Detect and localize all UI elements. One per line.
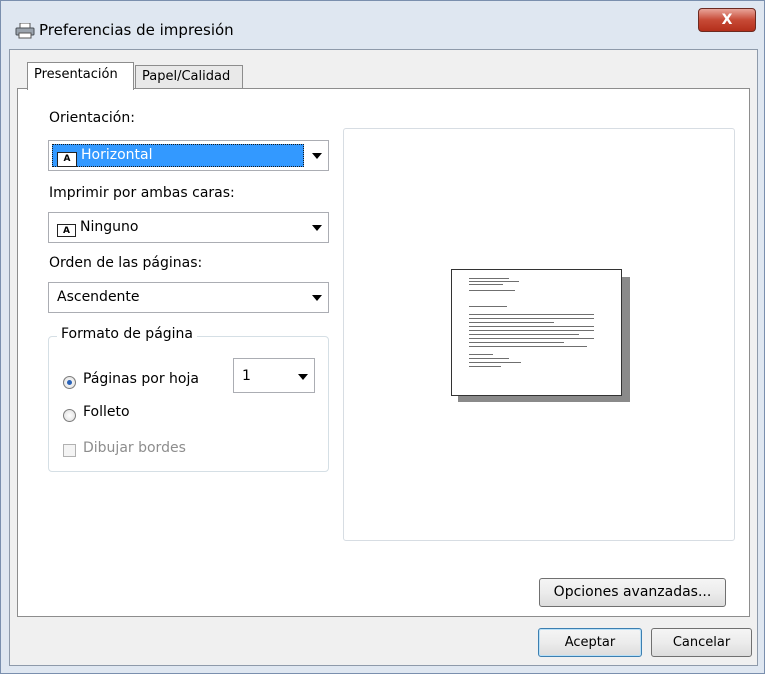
chevron-down-icon bbox=[298, 374, 308, 380]
booklet-label[interactable]: Folleto bbox=[83, 404, 130, 420]
draw-borders-checkbox[interactable] bbox=[63, 444, 76, 457]
chevron-down-icon bbox=[312, 295, 322, 301]
duplex-label: Imprimir por ambas caras: bbox=[49, 185, 235, 201]
ok-button[interactable]: Aceptar bbox=[538, 628, 642, 657]
page-order-value: Ascendente bbox=[57, 289, 140, 305]
page-icon: A bbox=[57, 224, 76, 237]
page-order-label: Orden de las páginas: bbox=[49, 255, 203, 271]
chevron-down-icon bbox=[312, 153, 322, 159]
pages-per-sheet-radio[interactable] bbox=[63, 376, 76, 389]
tab-label: Presentación bbox=[34, 67, 118, 82]
chevron-down-icon bbox=[312, 225, 322, 231]
tab-papel-calidad[interactable]: Papel/Calidad bbox=[135, 65, 243, 88]
orientation-value-text: Horizontal bbox=[81, 147, 153, 163]
page-order-select[interactable]: Ascendente bbox=[48, 282, 329, 313]
radio-selected-dot bbox=[67, 380, 72, 385]
duplex-value: A Ninguno bbox=[57, 219, 138, 237]
tab-label: Papel/Calidad bbox=[142, 69, 231, 84]
advanced-options-button[interactable]: Opciones avanzadas... bbox=[539, 578, 726, 607]
landscape-icon: A bbox=[57, 152, 77, 167]
close-icon: X bbox=[721, 12, 733, 28]
duplex-select[interactable]: A Ninguno bbox=[48, 212, 329, 243]
title-bar[interactable]: Preferencias de impresión bbox=[1, 1, 764, 39]
orientation-select[interactable]: A Horizontal bbox=[48, 140, 329, 171]
pages-per-sheet-select[interactable]: 1 bbox=[233, 358, 315, 393]
close-button[interactable]: X bbox=[698, 8, 756, 32]
tab-presentacion[interactable]: Presentación bbox=[27, 62, 134, 90]
printer-icon bbox=[15, 22, 35, 39]
booklet-radio[interactable] bbox=[63, 409, 76, 422]
duplex-value-text: Ninguno bbox=[80, 219, 139, 235]
pages-per-sheet-label[interactable]: Páginas por hoja bbox=[83, 371, 199, 387]
orientation-value: A Horizontal bbox=[57, 147, 152, 167]
cancel-button[interactable]: Cancelar bbox=[651, 628, 752, 657]
window-title: Preferencias de impresión bbox=[39, 21, 234, 39]
print-preferences-dialog: Preferencias de impresión X Presentación… bbox=[0, 0, 765, 674]
preview-page-landscape bbox=[451, 269, 622, 396]
page-format-title: Formato de página bbox=[57, 326, 197, 342]
pages-per-sheet-value: 1 bbox=[242, 368, 251, 384]
draw-borders-label: Dibujar bordes bbox=[83, 440, 186, 456]
orientation-label: Orientación: bbox=[49, 110, 135, 126]
